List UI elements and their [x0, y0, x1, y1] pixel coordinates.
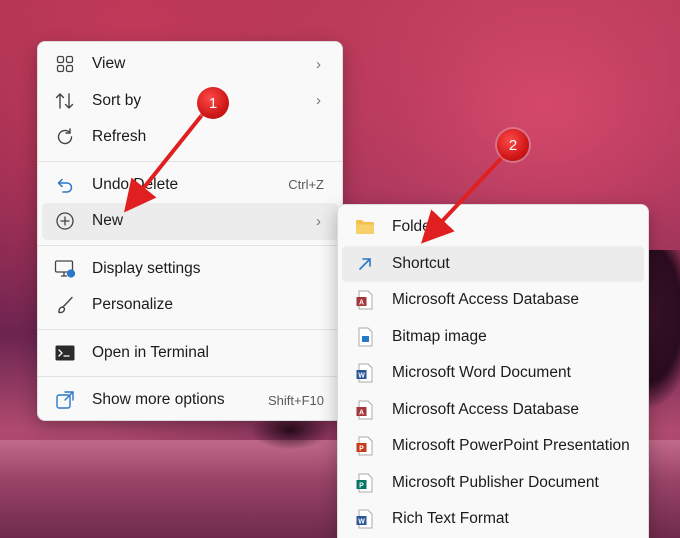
svg-text:W: W	[358, 519, 365, 526]
submenu-item-folder[interactable]: Folder	[342, 209, 644, 246]
chevron-right-icon: ›	[316, 212, 321, 230]
access-icon: A	[354, 399, 376, 421]
submenu-item-label: Microsoft Publisher Document	[392, 473, 599, 491]
word-icon: W	[354, 362, 376, 384]
menu-separator	[38, 244, 342, 246]
menu-item-refresh[interactable]: Refresh	[42, 119, 338, 156]
undo-icon	[54, 174, 76, 196]
menu-item-label: Refresh	[92, 128, 147, 146]
menu-item-label: New	[92, 212, 124, 230]
svg-text:P: P	[359, 482, 364, 489]
submenu-item-label: Microsoft Access Database	[392, 400, 579, 418]
plus-circle-icon	[54, 210, 76, 232]
menu-item-new[interactable]: New ›	[42, 203, 338, 240]
menu-item-label: Display settings	[92, 259, 201, 277]
menu-item-show-more-options[interactable]: Show more options Shift+F10	[42, 382, 338, 419]
menu-separator	[38, 376, 342, 377]
submenu-item-powerpoint[interactable]: P Microsoft PowerPoint Presentation	[342, 428, 644, 465]
grid-icon	[54, 53, 76, 75]
external-icon	[54, 389, 76, 411]
submenu-item-publisher[interactable]: P Microsoft Publisher Document	[342, 465, 644, 502]
svg-text:P: P	[359, 446, 364, 453]
chevron-right-icon: ›	[316, 55, 321, 73]
access-icon: A	[354, 289, 376, 311]
submenu-item-label: Folder	[392, 218, 436, 236]
display-icon	[54, 258, 76, 280]
submenu-item-bitmap-image[interactable]: Bitmap image	[342, 319, 644, 356]
annotation-badge-1: 1	[197, 87, 229, 119]
svg-text:A: A	[359, 409, 364, 416]
publisher-icon: P	[354, 472, 376, 494]
submenu-item-shortcut[interactable]: Shortcut	[342, 245, 644, 282]
chevron-right-icon: ›	[316, 92, 321, 110]
menu-item-view[interactable]: View ›	[42, 46, 338, 83]
powerpoint-icon: P	[354, 435, 376, 457]
menu-item-open-terminal[interactable]: Open in Terminal	[42, 335, 338, 372]
menu-item-sort-by[interactable]: Sort by ›	[42, 83, 338, 120]
brush-icon	[54, 294, 76, 316]
folder-icon	[354, 216, 376, 238]
sort-icon	[54, 90, 76, 112]
submenu-item-rich-text[interactable]: W Rich Text Format	[342, 501, 644, 538]
terminal-icon	[54, 342, 76, 364]
menu-item-display-settings[interactable]: Display settings	[42, 251, 338, 288]
rtf-icon: W	[354, 508, 376, 530]
menu-item-label: Show more options	[92, 391, 225, 409]
menu-item-label: Undo Delete	[92, 175, 179, 193]
new-submenu: Folder Shortcut A Microsoft Access Datab…	[337, 204, 649, 538]
shortcut-arrow-icon	[354, 253, 376, 275]
submenu-item-access-database[interactable]: A Microsoft Access Database	[342, 282, 644, 319]
menu-item-undo-delete[interactable]: Undo Delete Ctrl+Z	[42, 167, 338, 204]
submenu-item-label: Microsoft Access Database	[392, 291, 579, 309]
menu-item-shortcut: Shift+F10	[267, 392, 324, 408]
submenu-item-label: Shortcut	[392, 254, 450, 272]
submenu-item-access-database-2[interactable]: A Microsoft Access Database	[342, 392, 644, 429]
menu-item-personalize[interactable]: Personalize	[42, 287, 338, 324]
submenu-item-label: Bitmap image	[392, 327, 487, 345]
submenu-item-label: Rich Text Format	[392, 510, 509, 528]
submenu-item-label: Microsoft PowerPoint Presentation	[392, 437, 630, 455]
menu-item-label: Open in Terminal	[92, 343, 209, 361]
menu-item-label: Personalize	[92, 296, 173, 314]
menu-separator	[38, 160, 342, 162]
annotation-badge-2: 2	[497, 129, 529, 161]
svg-text:W: W	[358, 373, 365, 380]
bitmap-icon	[354, 326, 376, 348]
submenu-item-word-document[interactable]: W Microsoft Word Document	[342, 355, 644, 392]
menu-separator	[38, 328, 342, 330]
menu-item-label: View	[92, 55, 126, 73]
refresh-icon	[54, 126, 76, 148]
menu-item-shortcut: Ctrl+Z	[288, 177, 324, 193]
submenu-item-label: Microsoft Word Document	[392, 364, 571, 382]
desktop-context-menu: View › Sort by › Refresh Undo Delete Ctr…	[37, 41, 343, 421]
svg-text:A: A	[359, 300, 364, 307]
